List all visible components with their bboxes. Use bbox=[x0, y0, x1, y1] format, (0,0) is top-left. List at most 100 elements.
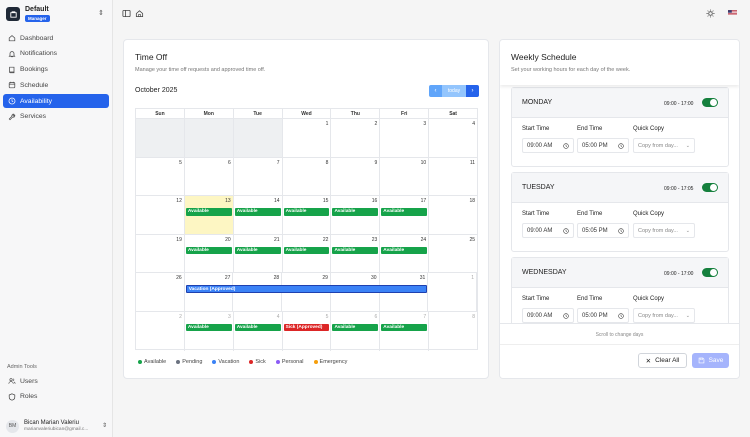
sidebar-item-schedule[interactable]: Schedule bbox=[3, 78, 109, 92]
home-icon[interactable] bbox=[135, 9, 144, 18]
end-time-input[interactable]: 05:05 PM bbox=[577, 223, 629, 238]
calendar-day[interactable]: 16 Available bbox=[331, 196, 381, 234]
calendar-day[interactable]: 24 Available bbox=[380, 234, 430, 273]
calendar-day[interactable]: 1 bbox=[283, 119, 332, 157]
calendar-event[interactable]: Available bbox=[381, 208, 428, 216]
sidebar-item-availability[interactable]: Availability bbox=[3, 94, 109, 109]
calendar-day[interactable]: 15 Available bbox=[283, 196, 332, 234]
day-enabled-toggle[interactable] bbox=[702, 183, 718, 192]
clock-icon bbox=[618, 313, 624, 319]
calendar-day[interactable] bbox=[136, 119, 185, 157]
day-number: 31 bbox=[419, 275, 426, 282]
user-menu[interactable]: BM Bican Marian Valeriu marianvaleriubic… bbox=[6, 418, 107, 434]
theme-toggle-icon[interactable] bbox=[706, 9, 715, 18]
sidebar-item-bookings[interactable]: Bookings bbox=[3, 63, 109, 77]
users-icon bbox=[7, 377, 16, 386]
sidebar-item-roles[interactable]: Roles bbox=[3, 390, 109, 404]
clock-icon bbox=[563, 143, 569, 149]
quick-copy-select[interactable]: Copy from day... ⌄ bbox=[633, 308, 695, 323]
prev-month-button[interactable]: ‹ bbox=[429, 85, 442, 97]
calendar-day[interactable]: 5 Sick (Approved) bbox=[283, 311, 332, 351]
calendar-day[interactable]: 7 bbox=[234, 157, 283, 196]
clear-all-button[interactable]: ✕ Clear All bbox=[638, 353, 687, 368]
calendar-day[interactable]: 5 bbox=[136, 157, 185, 196]
calendar-day[interactable]: 10 bbox=[380, 157, 430, 196]
calendar-day[interactable]: 12 bbox=[136, 196, 185, 234]
day-number: 7 bbox=[423, 313, 427, 320]
calendar-day[interactable]: 18 bbox=[429, 196, 477, 234]
calendar-event[interactable]: Sick (Approved) bbox=[283, 323, 330, 332]
sidebar-item-users[interactable]: Users bbox=[3, 374, 109, 388]
us-flag-icon[interactable] bbox=[728, 9, 737, 16]
calendar-day[interactable] bbox=[233, 119, 283, 157]
calendar-day[interactable]: 21 Available bbox=[234, 234, 283, 273]
quick-copy-placeholder: Copy from day... bbox=[638, 227, 678, 234]
end-time-input[interactable]: 05:00 PM bbox=[577, 308, 629, 323]
sidebar-item-notifications[interactable]: Notifications bbox=[3, 47, 109, 61]
clock-icon bbox=[618, 228, 624, 234]
calendar-event[interactable]: Available bbox=[332, 323, 379, 332]
save-button[interactable]: Save bbox=[692, 353, 729, 368]
calendar-event[interactable]: Available bbox=[185, 246, 232, 255]
calendar-day[interactable]: 1 bbox=[428, 273, 478, 311]
calendar-event[interactable]: Available bbox=[283, 208, 330, 216]
calendar-day[interactable]: 8 bbox=[429, 312, 477, 351]
weekday-header: Wed bbox=[283, 109, 332, 118]
weekly-title: Weekly Schedule bbox=[511, 52, 577, 62]
calendar-event[interactable]: Available bbox=[381, 246, 428, 255]
calendar-day[interactable]: 17 Available bbox=[380, 196, 430, 234]
sidebar-item-services[interactable]: Services bbox=[3, 110, 109, 124]
calendar-day[interactable]: 9 bbox=[331, 157, 381, 196]
calendar-day[interactable]: 14 Available bbox=[234, 196, 283, 234]
sidebar-toggle-icon[interactable] bbox=[122, 9, 131, 18]
day-number: 26 bbox=[176, 275, 182, 282]
calendar-day[interactable]: 4 bbox=[429, 119, 477, 157]
calendar-day[interactable]: 4 Available bbox=[234, 311, 283, 351]
calendar-day[interactable]: 6 Available bbox=[331, 311, 381, 351]
calendar-day[interactable]: 8 bbox=[283, 157, 332, 196]
calendar-day[interactable]: 20 Available bbox=[185, 234, 234, 273]
calendar-event[interactable]: Available bbox=[185, 323, 232, 332]
calendar-event[interactable]: Available bbox=[381, 323, 428, 332]
calendar-day[interactable]: 7 Available bbox=[380, 311, 430, 351]
calendar-day[interactable]: 2 bbox=[331, 119, 381, 157]
start-time-input[interactable]: 09:00 AM bbox=[522, 223, 574, 238]
quick-copy-select[interactable]: Copy from day... ⌄ bbox=[633, 138, 695, 153]
start-time-input[interactable]: 09:00 AM bbox=[522, 308, 574, 323]
calendar-day[interactable]: 22 Available bbox=[283, 234, 332, 273]
legend-item: Personal bbox=[275, 359, 304, 365]
calendar-event[interactable]: Available bbox=[185, 208, 232, 216]
day-enabled-toggle[interactable] bbox=[702, 268, 718, 277]
start-time-label: Start Time bbox=[522, 211, 550, 217]
calendar-day[interactable]: 25 bbox=[429, 235, 477, 273]
calendar-event[interactable]: Available bbox=[332, 208, 379, 216]
day-number: 8 bbox=[472, 313, 476, 320]
calendar-event[interactable]: Available bbox=[332, 246, 379, 255]
next-month-button[interactable]: › bbox=[466, 85, 479, 97]
end-time-input[interactable]: 05:00 PM bbox=[577, 138, 629, 153]
start-time-input[interactable]: 09:00 AM bbox=[522, 138, 574, 153]
quick-copy-select[interactable]: Copy from day... ⌄ bbox=[633, 223, 695, 238]
sidebar-item-dashboard[interactable]: Dashboard bbox=[3, 31, 109, 45]
calendar-day[interactable] bbox=[184, 119, 234, 157]
vacation-event[interactable]: Vacation (Approved) bbox=[185, 285, 428, 293]
calendar-event[interactable]: Available bbox=[283, 246, 330, 255]
calendar-day-today[interactable]: 13 Available bbox=[184, 196, 234, 234]
admin-nav: Users Roles bbox=[3, 374, 109, 406]
calendar-day[interactable]: 6 bbox=[185, 157, 234, 196]
calendar-event[interactable]: Available bbox=[234, 246, 281, 255]
calendar-day[interactable]: 11 bbox=[429, 158, 477, 196]
calendar-day[interactable]: 23 Available bbox=[331, 234, 381, 273]
calendar-event[interactable]: Available bbox=[234, 208, 281, 216]
calendar-day[interactable]: 19 bbox=[136, 234, 185, 273]
calendar-day[interactable]: 26 bbox=[136, 273, 185, 311]
calendar-event[interactable]: Available bbox=[234, 323, 281, 332]
day-enabled-toggle[interactable] bbox=[702, 98, 718, 107]
day-number: 4 bbox=[276, 313, 280, 320]
calendar-day[interactable]: 3 bbox=[380, 119, 430, 157]
calendar-day[interactable]: 3 Available bbox=[185, 311, 234, 351]
sidebar-item-label: Notifications bbox=[20, 50, 58, 58]
workspace-switcher[interactable]: Default Manager ⇕ bbox=[6, 6, 106, 22]
today-button[interactable]: today bbox=[442, 85, 466, 97]
calendar-day[interactable]: 2 bbox=[136, 311, 185, 351]
